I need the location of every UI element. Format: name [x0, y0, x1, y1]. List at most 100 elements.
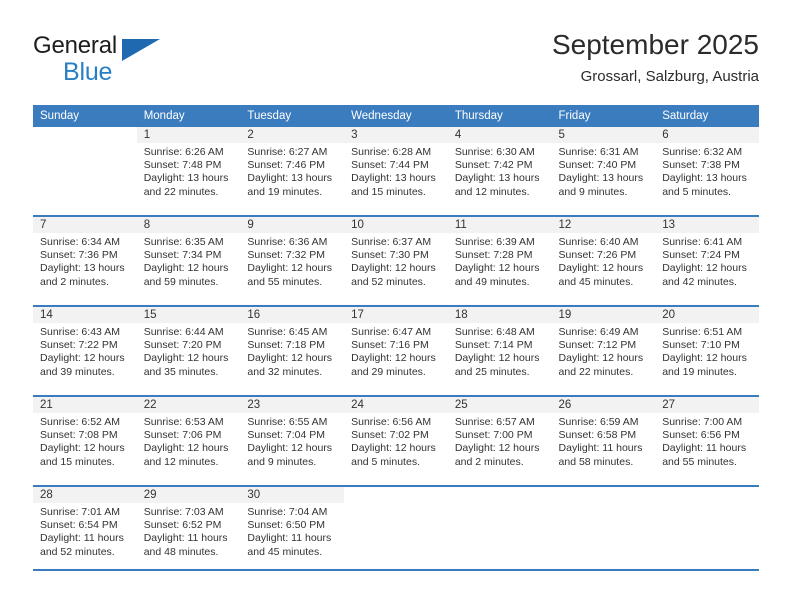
day-sun-info: Sunrise: 6:45 AM Sunset: 7:18 PM Daylight:… — [240, 323, 344, 379]
day-sun-info: Sunrise: 6:56 AM Sunset: 7:02 PM Daylight:… — [344, 413, 448, 469]
calendar-day-cell[interactable]: 18 Sunrise: 6:48 AM Sunset: 7:14 PM Dayligh… — [447, 305, 552, 396]
calendar-day-cell[interactable]: 9 Sunrise: 6:36 AM Sunset: 7:32 PM Daylight… — [240, 215, 345, 306]
daylight-line-2: and 58 minutes. — [558, 455, 634, 468]
sunrise-time: Sunrise: 7:04 AM — [247, 506, 328, 518]
calendar-day-cell[interactable]: 29 Sunrise: 7:03 AM Sunset: 6:52 PM Dayligh… — [136, 485, 241, 575]
sunset-time: Sunset: 7:06 PM — [143, 429, 222, 442]
weekday-header-row: Sunday Monday Tuesday Wednesday Thursday… — [33, 105, 759, 127]
calendar-day-cell[interactable]: 4 Sunrise: 6:30 AM Sunset: 7:42 PM Daylight… — [447, 127, 552, 216]
day-cell-inner — [344, 487, 448, 575]
calendar-day-cell[interactable]: 17 Sunrise: 6:47 AM Sunset: 7:16 PM Dayligh… — [344, 305, 448, 396]
daylight-line-1: Daylight: 12 hours — [558, 262, 644, 275]
calendar-day-cell[interactable]: 10 Sunrise: 6:37 AM Sunset: 7:30 PM Dayligh… — [344, 215, 448, 306]
sunset-time: Sunset: 7:46 PM — [247, 159, 326, 172]
calendar-day-cell[interactable]: 30 Sunrise: 7:04 AM Sunset: 6:50 PM Dayligh… — [240, 485, 345, 575]
day-number — [33, 127, 137, 143]
daylight-line-1: Daylight: 11 hours — [558, 442, 643, 455]
calendar-day-cell[interactable]: 13 Sunrise: 6:41 AM Sunset: 7:24 PM Dayligh… — [655, 215, 759, 306]
calendar-day-cell[interactable]: 24 Sunrise: 6:56 AM Sunset: 7:02 PM Dayligh… — [344, 395, 448, 486]
calendar-day-cell[interactable]: 27 Sunrise: 7:00 AM Sunset: 6:56 PM Dayligh… — [655, 395, 759, 486]
day-cell-inner: 16 Sunrise: 6:45 AM Sunset: 7:18 PM Dayligh… — [240, 307, 345, 395]
day-sun-info: Sunrise: 6:34 AM Sunset: 7:36 PM Daylight:… — [33, 233, 137, 289]
day-number: 9 — [240, 217, 345, 233]
day-sun-info: Sunrise: 6:43 AM Sunset: 7:22 PM Daylight:… — [33, 323, 137, 379]
sunset-time: Sunset: 7:24 PM — [662, 249, 740, 262]
day-cell-inner: 28 Sunrise: 7:01 AM Sunset: 6:54 PM Dayligh… — [33, 487, 137, 575]
sunrise-time: Sunrise: 6:37 AM — [351, 236, 432, 248]
day-sun-info: Sunrise: 6:44 AM Sunset: 7:20 PM Daylight:… — [137, 323, 241, 379]
daylight-line-1: Daylight: 11 hours — [247, 532, 332, 545]
day-cell-inner: 6 Sunrise: 6:32 AM Sunset: 7:38 PM Daylight… — [655, 127, 759, 215]
sunrise-time: Sunrise: 6:32 AM — [662, 146, 743, 158]
daylight-line-1: Daylight: 12 hours — [454, 352, 540, 365]
day-number: 28 — [33, 487, 137, 503]
calendar-day-cell[interactable]: 8 Sunrise: 6:35 AM Sunset: 7:34 PM Daylight… — [136, 215, 241, 306]
daylight-line-2: and 9 minutes. — [558, 185, 628, 198]
day-cell-inner: 20 Sunrise: 6:51 AM Sunset: 7:10 PM Dayligh… — [655, 307, 759, 395]
sunrise-time: Sunrise: 6:53 AM — [143, 416, 224, 428]
day-cell-inner: 29 Sunrise: 7:03 AM Sunset: 6:52 PM Dayligh… — [136, 487, 241, 575]
calendar-day-cell[interactable]: 20 Sunrise: 6:51 AM Sunset: 7:10 PM Dayligh… — [655, 305, 759, 396]
sunrise-time: Sunrise: 6:43 AM — [40, 326, 120, 338]
weekday-header-wednesday: Wednesday — [344, 105, 448, 127]
calendar-day-cell[interactable]: 15 Sunrise: 6:44 AM Sunset: 7:20 PM Dayligh… — [136, 305, 241, 396]
sunrise-time: Sunrise: 7:00 AM — [662, 416, 743, 428]
calendar-day-cell[interactable]: 12 Sunrise: 6:40 AM Sunset: 7:26 PM Dayligh… — [551, 215, 656, 306]
sunrise-time: Sunrise: 6:55 AM — [247, 416, 328, 428]
calendar-day-cell[interactable]: 25 Sunrise: 6:57 AM Sunset: 7:00 PM Dayligh… — [447, 395, 552, 486]
calendar-week-row: 21 Sunrise: 6:52 AM Sunset: 7:08 PM Dayligh… — [33, 395, 759, 486]
sunset-time: Sunset: 7:02 PM — [351, 429, 429, 442]
day-sun-info: Sunrise: 7:00 AM Sunset: 6:56 PM Daylight:… — [655, 413, 759, 469]
logo-text-blue: Blue — [63, 58, 113, 86]
daylight-line-2: and 12 minutes. — [454, 185, 530, 198]
calendar-day-cell[interactable]: 11 Sunrise: 6:39 AM Sunset: 7:28 PM Dayligh… — [447, 215, 552, 306]
sunset-time: Sunset: 7:10 PM — [662, 339, 740, 352]
day-cell-inner: 25 Sunrise: 6:57 AM Sunset: 7:00 PM Dayligh… — [447, 397, 552, 485]
daylight-line-1: Daylight: 12 hours — [454, 262, 540, 275]
calendar-day-cell[interactable]: 19 Sunrise: 6:49 AM Sunset: 7:12 PM Dayligh… — [551, 305, 656, 396]
day-number: 21 — [33, 397, 137, 413]
sunset-time: Sunset: 6:52 PM — [143, 519, 222, 532]
day-sun-info: Sunrise: 6:51 AM Sunset: 7:10 PM Daylight:… — [655, 323, 759, 379]
sunrise-time: Sunrise: 6:41 AM — [662, 236, 743, 248]
daylight-line-2: and 45 minutes. — [247, 545, 323, 558]
day-number: 20 — [655, 307, 759, 323]
day-number: 13 — [655, 217, 759, 233]
day-number: 30 — [240, 487, 345, 503]
calendar-day-cell[interactable]: 16 Sunrise: 6:45 AM Sunset: 7:18 PM Dayligh… — [240, 305, 345, 396]
sunrise-time: Sunrise: 6:49 AM — [558, 326, 639, 338]
calendar-day-cell[interactable]: 5 Sunrise: 6:31 AM Sunset: 7:40 PM Daylight… — [551, 127, 656, 216]
calendar-day-cell[interactable]: 2 Sunrise: 6:27 AM Sunset: 7:46 PM Daylight… — [240, 127, 345, 216]
calendar-day-cell[interactable]: 3 Sunrise: 6:28 AM Sunset: 7:44 PM Daylight… — [344, 127, 448, 216]
calendar-day-cell[interactable]: 1 Sunrise: 6:26 AM Sunset: 7:48 PM Daylight… — [136, 127, 241, 216]
daylight-line-2: and 45 minutes. — [558, 275, 634, 288]
daylight-line-2: and 39 minutes. — [40, 365, 115, 378]
calendar-day-cell[interactable]: 14 Sunrise: 6:43 AM Sunset: 7:22 PM Dayligh… — [33, 305, 137, 396]
weekday-header-tuesday: Tuesday — [240, 105, 345, 127]
day-sun-info: Sunrise: 7:01 AM Sunset: 6:54 PM Daylight:… — [33, 503, 137, 559]
day-sun-info: Sunrise: 6:32 AM Sunset: 7:38 PM Daylight:… — [655, 143, 759, 199]
table-bottom-rule — [33, 569, 759, 571]
day-cell-inner: 23 Sunrise: 6:55 AM Sunset: 7:04 PM Dayligh… — [240, 397, 345, 485]
daylight-line-2: and 52 minutes. — [351, 275, 426, 288]
daylight-line-2: and 49 minutes. — [454, 275, 530, 288]
day-sun-info: Sunrise: 6:37 AM Sunset: 7:30 PM Daylight:… — [344, 233, 448, 289]
general-blue-logo[interactable]: General Blue — [33, 32, 163, 90]
calendar-day-cell[interactable]: 21 Sunrise: 6:52 AM Sunset: 7:08 PM Dayligh… — [33, 395, 137, 486]
sunset-time: Sunset: 7:18 PM — [247, 339, 326, 352]
weekday-header-friday: Friday — [551, 105, 656, 127]
day-sun-info: Sunrise: 6:55 AM Sunset: 7:04 PM Daylight:… — [240, 413, 344, 469]
calendar-day-cell[interactable]: 23 Sunrise: 6:55 AM Sunset: 7:04 PM Dayligh… — [240, 395, 345, 486]
daylight-line-1: Daylight: 12 hours — [143, 442, 229, 455]
daylight-line-2: and 35 minutes. — [143, 365, 219, 378]
calendar-day-cell[interactable]: 22 Sunrise: 6:53 AM Sunset: 7:06 PM Dayligh… — [136, 395, 241, 486]
day-cell-inner: 30 Sunrise: 7:04 AM Sunset: 6:50 PM Dayligh… — [240, 487, 345, 575]
calendar-day-cell[interactable]: 7 Sunrise: 6:34 AM Sunset: 7:36 PM Daylight… — [33, 215, 137, 306]
calendar-week-row: 1 Sunrise: 6:26 AM Sunset: 7:48 PM Daylight… — [33, 127, 759, 216]
calendar-day-cell[interactable]: 6 Sunrise: 6:32 AM Sunset: 7:38 PM Daylight… — [655, 127, 759, 216]
calendar-day-cell[interactable]: 28 Sunrise: 7:01 AM Sunset: 6:54 PM Dayligh… — [33, 485, 137, 575]
day-cell-inner: 8 Sunrise: 6:35 AM Sunset: 7:34 PM Daylight… — [136, 217, 241, 305]
day-cell-inner: 13 Sunrise: 6:41 AM Sunset: 7:24 PM Dayligh… — [655, 217, 759, 305]
day-sun-info: Sunrise: 6:41 AM Sunset: 7:24 PM Daylight:… — [655, 233, 759, 289]
calendar-day-cell[interactable]: 26 Sunrise: 6:59 AM Sunset: 6:58 PM Dayligh… — [551, 395, 656, 486]
